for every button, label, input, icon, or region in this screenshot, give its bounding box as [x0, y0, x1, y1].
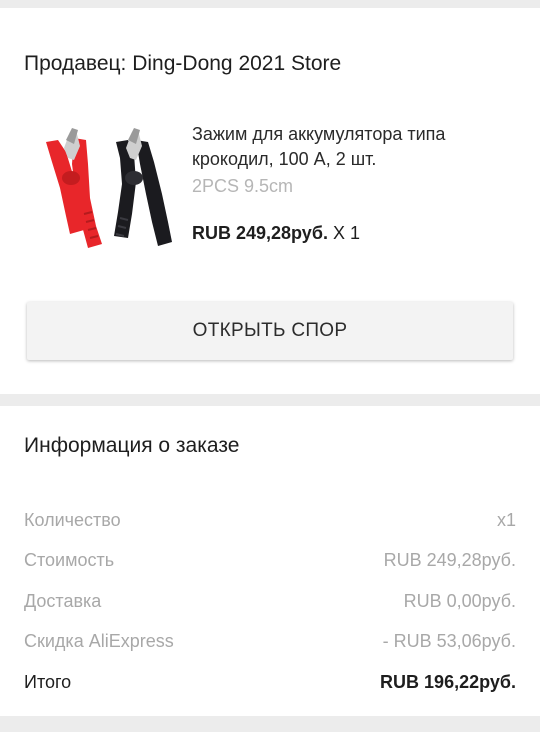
- info-row-label: Количество: [24, 510, 121, 530]
- info-row-quantity: Количество x1: [24, 510, 516, 534]
- info-row-value: RUB 0,00руб.: [403, 591, 516, 611]
- red-clip-icon: [46, 128, 102, 248]
- product-quantity: X 1: [332, 223, 360, 243]
- info-row-value: x1: [496, 510, 516, 530]
- info-row-value: RUB 249,28руб.: [383, 550, 516, 570]
- info-row-value: - RUB 53,06руб.: [382, 631, 516, 651]
- product-sku: 2PCS 9.5cm: [192, 176, 294, 196]
- info-row-discount: Скидка AliExpress - RUB 53,06руб.: [24, 631, 516, 655]
- open-dispute-button[interactable]: ОТКРЫТЬ СПОР: [27, 302, 513, 360]
- info-row-shipping: Доставка RUB 0,00руб.: [24, 591, 516, 615]
- order-detail-page: Продавец: Ding-Dong 2021 Store Зажим для…: [0, 0, 540, 732]
- info-row-value: RUB 196,22руб.: [380, 672, 516, 692]
- info-row-cost: Стоимость RUB 249,28руб.: [24, 550, 516, 574]
- info-row-label: Скидка AliExpress: [24, 631, 174, 651]
- product-price-line: RUB 249,28руб. X 1: [192, 223, 360, 244]
- product-image[interactable]: [24, 118, 174, 268]
- order-info-card: Информация о заказе Количество x1 Стоимо…: [0, 406, 540, 716]
- order-info-title: Информация о заказе: [24, 434, 240, 457]
- seller-card: Продавец: Ding-Dong 2021 Store Зажим для…: [0, 8, 540, 394]
- info-row-label: Доставка: [24, 591, 102, 611]
- info-row-total: Итого RUB 196,22руб.: [24, 672, 516, 696]
- info-row-label: Стоимость: [24, 550, 115, 570]
- info-row-label: Итого: [24, 672, 72, 692]
- seller-title[interactable]: Продавец: Ding-Dong 2021 Store: [24, 52, 341, 76]
- black-clip-icon: [114, 128, 172, 246]
- product-title[interactable]: Зажим для аккумулятора типа крокодил, 10…: [192, 122, 512, 172]
- product-price: RUB 249,28руб.: [192, 223, 328, 243]
- crocodile-clips-image: [46, 128, 172, 248]
